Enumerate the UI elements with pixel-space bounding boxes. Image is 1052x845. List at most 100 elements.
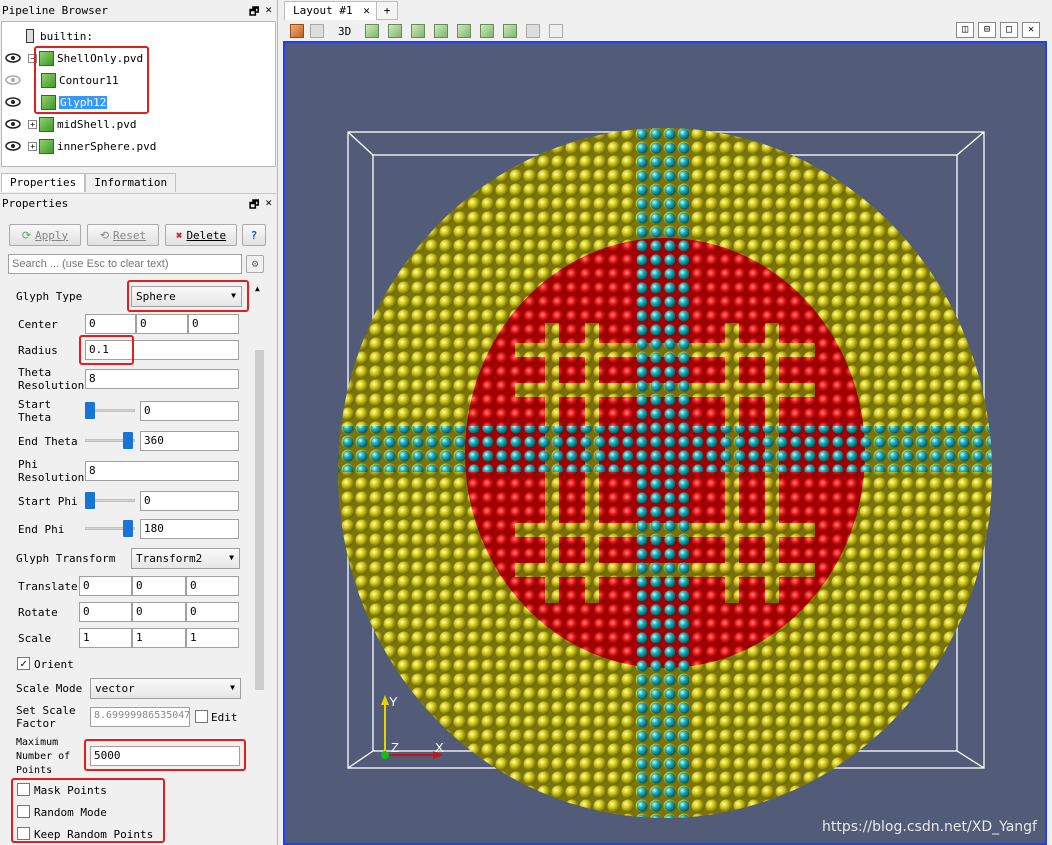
rotate-z-field[interactable]: 0	[186, 602, 239, 622]
select-cells-icon[interactable]	[365, 24, 379, 38]
end-theta-field[interactable]: 360	[140, 431, 239, 451]
properties-scrollbar[interactable]: ▲	[253, 282, 266, 845]
end-phi-slider[interactable]	[85, 518, 135, 538]
float-icon[interactable]: 🗗	[249, 196, 259, 215]
render-view[interactable]: Y X Z https://blog.csdn.net/XD_Yangf	[283, 41, 1047, 845]
radius-label: Radius	[18, 344, 58, 357]
server-icon	[26, 29, 34, 43]
theta-resolution-label: Theta Resolution	[18, 366, 85, 392]
expand-icon[interactable]: +	[28, 119, 37, 129]
rotate-x-field[interactable]: 0	[79, 602, 132, 622]
source-icon	[39, 116, 54, 132]
rotate-label: Rotate	[18, 606, 58, 619]
glyph-transform-select[interactable]: Transform2	[131, 548, 240, 569]
orient-checkbox[interactable]: ✓	[17, 657, 30, 670]
edit-checkbox[interactable]	[195, 710, 208, 723]
tree-item-innersphere[interactable]: + innerSphere.pvd	[2, 136, 274, 156]
help-button[interactable]: ?	[242, 224, 266, 246]
tree-item-label: builtin:	[40, 29, 93, 43]
3d-toggle-button[interactable]: 3D	[338, 25, 351, 38]
close-view-icon[interactable]: ✕	[1022, 22, 1040, 38]
select-points-icon[interactable]	[388, 24, 402, 38]
pipeline-browser-title: Pipeline Browser	[2, 4, 108, 17]
hover-points-icon[interactable]	[480, 24, 494, 38]
center-y-field[interactable]: 0	[136, 314, 188, 334]
scale-mode-select[interactable]: vector	[90, 678, 241, 699]
max-points-label: Maximum Number of Points	[16, 737, 71, 776]
center-z-field[interactable]: 0	[188, 314, 239, 334]
translate-y-field[interactable]: 0	[132, 576, 186, 596]
start-phi-slider[interactable]	[85, 490, 135, 510]
end-phi-field[interactable]: 180	[140, 519, 239, 539]
close-tab-icon[interactable]: ✕	[363, 4, 370, 17]
scrollbar-thumb[interactable]	[255, 350, 264, 690]
scale-label: Scale	[18, 632, 52, 645]
tree-item-builtin[interactable]: builtin:	[26, 26, 277, 46]
search-input[interactable]	[8, 254, 242, 274]
start-phi-field[interactable]: 0	[140, 491, 239, 511]
start-theta-slider[interactable]	[85, 400, 135, 420]
axis-z-label: Z	[391, 740, 399, 755]
reset-camera-icon[interactable]	[290, 24, 304, 38]
add-tab-button[interactable]: +	[376, 1, 398, 20]
watermark-text: https://blog.csdn.net/XD_Yangf	[821, 819, 1037, 835]
scale-factor-label: Set Scale Factor	[16, 704, 76, 730]
close-icon[interactable]: ✕	[265, 3, 272, 22]
scale-x-field[interactable]: 1	[79, 628, 132, 648]
start-theta-field[interactable]: 0	[140, 401, 239, 421]
rotate-y-field[interactable]: 0	[132, 602, 186, 622]
tree-item-midshell[interactable]: + midShell.pvd	[2, 114, 274, 134]
grow-selection-icon[interactable]	[503, 24, 517, 38]
eye-icon[interactable]	[5, 75, 21, 85]
gear-icon[interactable]: ⚙	[246, 255, 264, 273]
spreadsheet-icon[interactable]	[549, 24, 563, 38]
scale-z-field[interactable]: 1	[186, 628, 239, 648]
interactive-select-icon[interactable]	[457, 24, 471, 38]
end-theta-slider[interactable]	[85, 430, 135, 450]
scale-mode-label: Scale Mode	[16, 682, 83, 695]
split-vertical-icon[interactable]: ⊟	[978, 22, 996, 38]
apply-button[interactable]: ⟳ Apply	[9, 224, 81, 246]
maximize-icon[interactable]: □	[1000, 22, 1018, 38]
tab-properties[interactable]: Properties	[1, 173, 86, 192]
callout-box-radius	[79, 335, 134, 365]
callout-box-mask	[11, 778, 165, 843]
render-canvas[interactable]	[285, 43, 1045, 843]
translate-x-field[interactable]: 0	[79, 576, 132, 596]
reset-button[interactable]: ⟲ Reset	[87, 224, 159, 246]
scale-y-field[interactable]: 1	[132, 628, 186, 648]
start-phi-label: Start Phi	[18, 495, 78, 508]
eye-icon[interactable]	[5, 119, 21, 129]
clear-selection-icon[interactable]	[526, 24, 540, 38]
panel-tabs: Properties Information	[1, 173, 177, 192]
translate-z-field[interactable]: 0	[186, 576, 239, 596]
split-horizontal-icon[interactable]: ◫	[956, 22, 974, 38]
theta-resolution-field[interactable]: 8	[85, 369, 239, 389]
eye-icon[interactable]	[5, 97, 21, 107]
eye-icon[interactable]	[5, 141, 21, 151]
start-theta-label: Start Theta	[18, 398, 52, 424]
tab-information[interactable]: Information	[85, 173, 177, 192]
phi-resolution-field[interactable]: 8	[85, 461, 239, 481]
float-icon[interactable]: 🗗	[249, 3, 259, 22]
edit-label: Edit	[211, 711, 238, 724]
orient-label: Orient	[34, 658, 74, 671]
center-x-field[interactable]: 0	[85, 314, 136, 334]
tab-layout-1[interactable]: Layout #1 ✕	[284, 1, 379, 20]
end-theta-label: End Theta	[18, 435, 78, 448]
eye-icon[interactable]	[5, 53, 21, 63]
center-label: Center	[18, 318, 58, 331]
glyph-type-label: Glyph Type	[16, 290, 83, 303]
scale-factor-field[interactable]: 8.69999986535047	[90, 707, 190, 727]
scroll-up-icon[interactable]: ▲	[255, 284, 260, 293]
glyph-spheres	[338, 128, 992, 818]
tree-item-label: innerSphere.pvd	[57, 139, 157, 153]
expand-icon[interactable]: +	[28, 141, 37, 151]
close-icon[interactable]: ✕	[265, 196, 272, 215]
select-polygon-icon[interactable]	[434, 24, 448, 38]
left-panel: Pipeline Browser 🗗 ✕ builtin: − ShellOnly…	[0, 0, 278, 845]
axis-x-label: X	[435, 740, 444, 755]
select-frustum-icon[interactable]	[411, 24, 425, 38]
delete-button[interactable]: ✖ Delete	[165, 224, 237, 246]
zoom-data-icon[interactable]	[310, 24, 324, 38]
